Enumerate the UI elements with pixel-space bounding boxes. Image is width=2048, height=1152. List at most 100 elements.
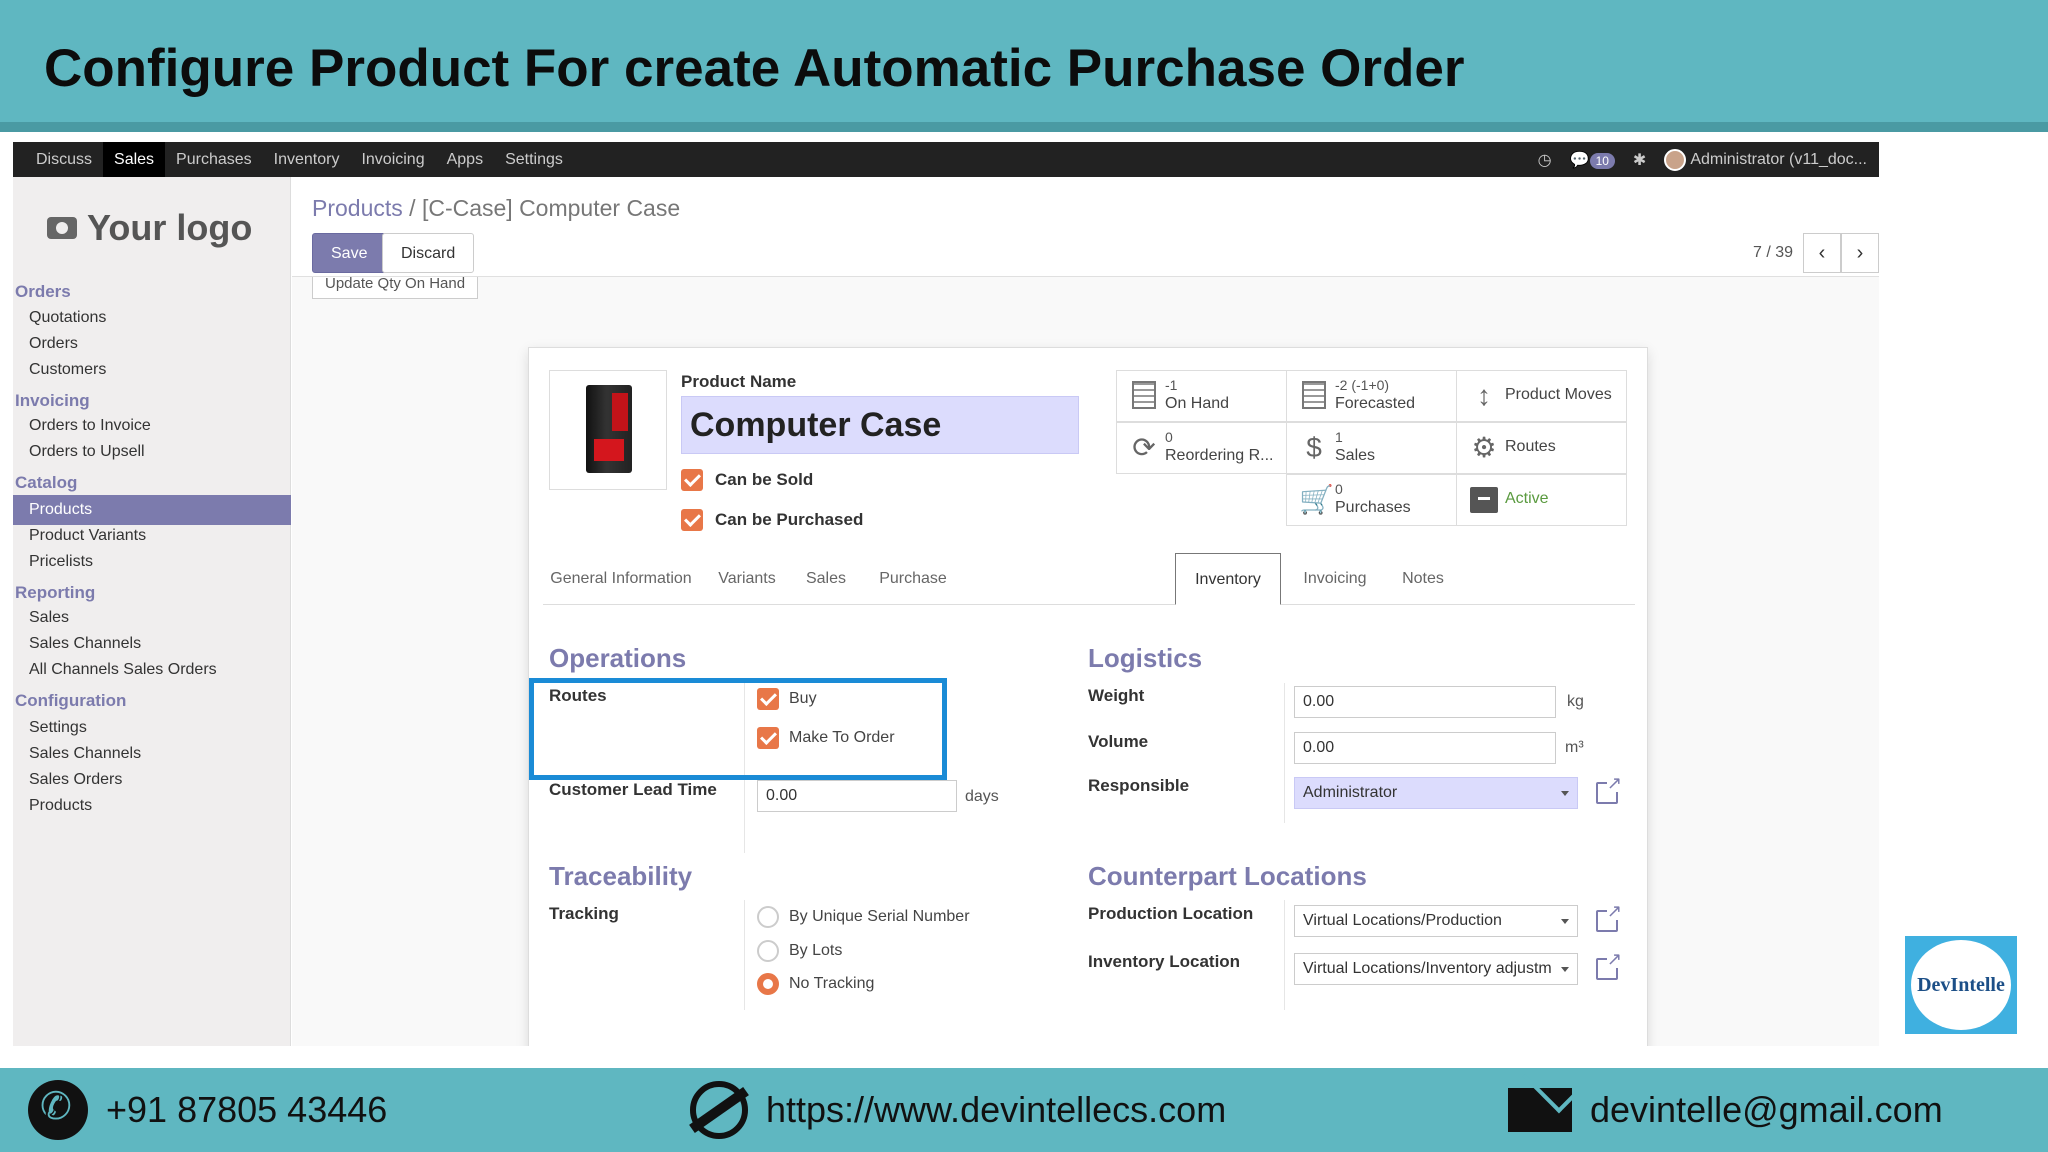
lead-time-label: Customer Lead Time [549,780,717,799]
sidebar-item-config-products[interactable]: Products [13,791,291,821]
product-moves-button[interactable]: ↕ Product Moves [1456,370,1627,422]
can-be-sold-checkbox[interactable] [681,469,703,491]
tracking-serial-label: By Unique Serial Number [789,908,970,925]
tracking-label: Tracking [549,904,619,923]
responsible-value: Administrator [1303,784,1398,801]
sidebar-item-orders-to-upsell[interactable]: Orders to Upsell [13,437,291,467]
chevron-left-icon[interactable]: ‹ [1803,233,1841,273]
routes-button[interactable]: ⚙ Routes [1456,422,1627,474]
production-location-value: Virtual Locations/Production [1303,912,1502,929]
external-link-icon[interactable] [1596,774,1623,804]
can-be-sold-label: Can be Sold [715,470,814,489]
tab-notes[interactable]: Notes [1385,553,1461,605]
tab-sales[interactable]: Sales [793,553,859,605]
counterpart-title: Counterpart Locations [1088,861,1367,891]
discard-button[interactable]: Discard [382,233,475,273]
top-navbar: Discuss Sales Purchases Inventory Invoic… [13,142,1879,177]
sidebar-item-pricelists[interactable]: Pricelists [13,547,291,577]
sidebar-section-configuration: Configuration [15,691,127,710]
product-image[interactable] [549,370,667,490]
menu-invoicing[interactable]: Invoicing [350,142,435,177]
building-grid-icon [1299,381,1329,411]
menu-sales[interactable]: Sales [103,142,166,177]
menu-discuss[interactable]: Discuss [25,142,103,177]
can-be-purchased-checkbox[interactable] [681,509,703,531]
footer-website-text[interactable]: https://www.devintellecs.com [766,1089,1226,1131]
reordering-rules-button[interactable]: ⟳ 0 Reordering R... [1116,422,1287,474]
on-hand-value: -1 [1165,377,1178,393]
building-grid-icon [1129,381,1159,411]
update-qty-button[interactable]: Update Qty On Hand [312,276,479,299]
tracking-serial-radio[interactable] [757,906,779,928]
routes-highlight-box [529,678,947,780]
lead-time-input[interactable]: 0.00 [757,780,957,812]
menu-apps[interactable]: Apps [436,142,494,177]
footer-email-text[interactable]: devintelle@gmail.com [1590,1089,1943,1131]
can-be-purchased-row: Can be Purchased [681,508,863,532]
forecasted-label: Forecasted [1335,395,1416,412]
menu-purchases[interactable]: Purchases [165,142,263,177]
tracking-none-radio[interactable] [757,973,779,995]
footer-phone: +91 87805 43446 [28,1078,387,1142]
slide-header: Configure Product For create Automatic P… [0,0,2048,132]
breadcrumb: Products / [C-Case] Computer Case [312,195,680,222]
tab-general-information[interactable]: General Information [547,553,695,605]
breadcrumb-products-link[interactable]: Products [312,195,403,221]
devintelle-logo-text: DevIntelle [1911,940,2011,1030]
breadcrumb-current: [C-Case] Computer Case [421,195,681,221]
external-link-icon[interactable] [1596,950,1623,980]
inventory-location-value: Virtual Locations/Inventory adjustm [1303,960,1552,977]
slide-title: Configure Product For create Automatic P… [44,39,1465,98]
pager-value[interactable]: 7 / 39 [1753,244,1793,262]
tab-inventory[interactable]: Inventory [1175,553,1281,605]
notebook-tabs: General Information Variants Sales Purch… [543,553,1635,605]
user-menu[interactable]: Administrator (v11_doc... [1664,148,1867,171]
active-toggle-button[interactable]: Active [1456,474,1627,526]
control-panel: Products / [C-Case] Computer Case Save D… [292,177,1879,277]
company-logo[interactable]: Your logo [47,207,252,249]
inventory-location-select[interactable]: Virtual Locations/Inventory adjustm [1294,953,1578,985]
sidebar-section-invoicing: Invoicing [15,391,90,410]
mail-icon [1508,1088,1572,1132]
external-link-icon[interactable] [1596,902,1623,932]
tracking-none-label: No Tracking [789,975,875,992]
field-divider [1284,900,1285,1010]
sidebar-item-all-channels-sales-orders[interactable]: All Channels Sales Orders [13,655,291,685]
chevron-right-icon[interactable]: › [1841,233,1879,273]
forecasted-value: -2 (-1+0) [1335,377,1390,393]
sales-label: Sales [1335,447,1376,464]
product-name-input[interactable]: Computer Case [681,396,1079,454]
main-menu: Discuss Sales Purchases Inventory Invoic… [25,142,574,177]
clock-icon[interactable]: ◷ [1538,150,1552,170]
bug-icon[interactable]: ✱ [1633,150,1646,170]
cart-icon: 🛒 [1299,484,1334,515]
tracking-lots-option: By Lots [757,940,842,962]
volume-input[interactable]: 0.00 [1294,732,1556,764]
sidebar-section-reporting: Reporting [15,583,96,602]
production-location-select[interactable]: Virtual Locations/Production [1294,905,1578,937]
tracking-lots-radio[interactable] [757,940,779,962]
weight-input[interactable]: 0.00 [1294,686,1556,718]
tab-purchase[interactable]: Purchase [865,553,961,605]
forecasted-button[interactable]: -2 (-1+0) Forecasted [1286,370,1457,422]
messages-icon[interactable]: 💬 10 [1570,150,1615,170]
tab-variants[interactable]: Variants [703,553,791,605]
on-hand-button[interactable]: -1 On Hand [1116,370,1287,422]
menu-settings[interactable]: Settings [494,142,574,177]
responsible-select[interactable]: Administrator [1294,777,1578,809]
navbar-systray: ◷ 💬 10 ✱ Administrator (v11_doc... [1538,142,1867,177]
reordering-label: Reordering R... [1165,447,1274,464]
production-location-label: Production Location [1088,904,1254,923]
tab-invoicing[interactable]: Invoicing [1287,553,1383,605]
sales-button[interactable]: $ 1 Sales [1286,422,1457,474]
save-button[interactable]: Save [312,233,387,273]
sales-value: 1 [1335,429,1343,445]
field-divider [744,900,745,1010]
purchases-button[interactable]: 🛒 0 Purchases [1286,474,1457,526]
menu-inventory[interactable]: Inventory [263,142,351,177]
chevron-down-icon [1561,967,1569,972]
sidebar-item-customers[interactable]: Customers [13,355,291,385]
footer-phone-text: +91 87805 43446 [106,1089,388,1130]
user-name: Administrator (v11_doc... [1690,150,1867,168]
logo-text: Your logo [87,207,253,248]
